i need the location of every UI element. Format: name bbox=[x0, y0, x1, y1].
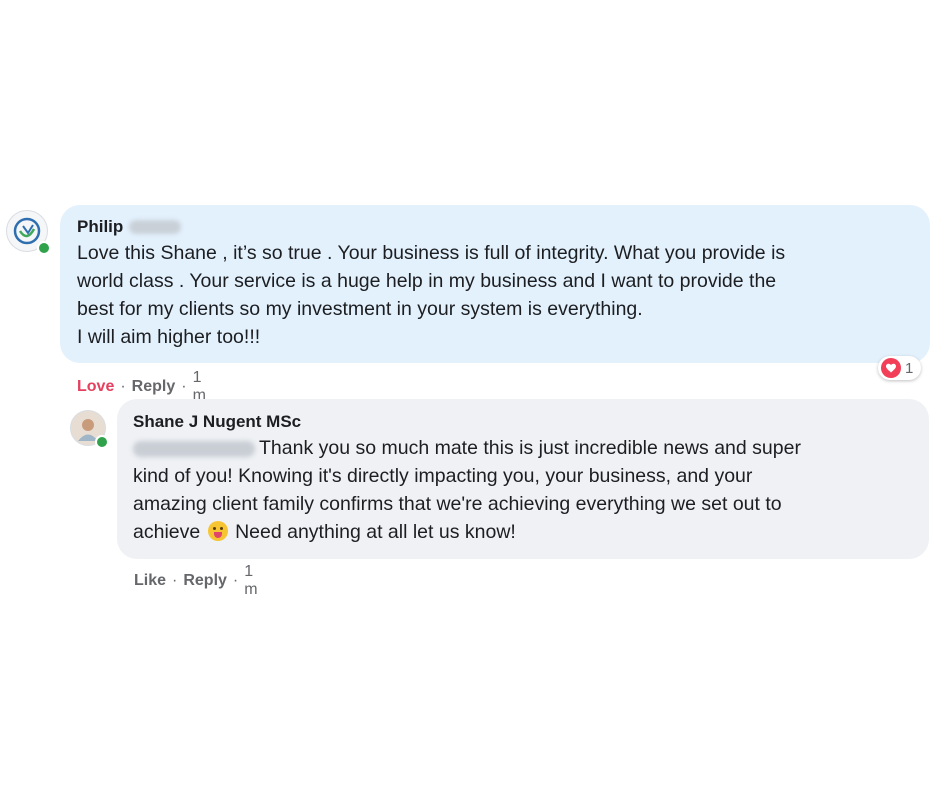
comment-author[interactable]: Shane J Nugent MSc bbox=[133, 410, 913, 434]
comment-line: world class . Your service is a huge hel… bbox=[77, 270, 777, 292]
comment-line: achieve Need anything at all let us know… bbox=[133, 518, 913, 546]
redacted-mention bbox=[133, 440, 255, 457]
timestamp[interactable]: 1 m bbox=[244, 563, 257, 599]
online-status-dot bbox=[37, 241, 51, 255]
author-name[interactable]: Shane J Nugent MSc bbox=[133, 412, 301, 432]
comment-bubble: Philip Love this Shane , it’s so true . … bbox=[60, 205, 930, 363]
comment-line: Love this Shane , it’s so true . Your bu… bbox=[77, 242, 786, 264]
reaction-summary[interactable]: 1 bbox=[878, 356, 922, 380]
avatar[interactable] bbox=[6, 210, 51, 255]
company-logo-icon bbox=[13, 217, 41, 245]
reply-button[interactable]: Reply bbox=[183, 572, 227, 590]
comment-text-segment: achieve bbox=[133, 521, 201, 543]
comment-text: Thank you so much mate this is just incr… bbox=[133, 434, 913, 546]
comment-author[interactable]: Philip bbox=[77, 215, 914, 239]
comment-bubble: Shane J Nugent MSc Thank you so much mat… bbox=[117, 399, 929, 559]
comment-line: Thank you so much mate this is just incr… bbox=[133, 434, 913, 462]
comment-line: I will aim higher too!!! bbox=[77, 326, 261, 348]
comment-line: best for my clients so my investment in … bbox=[77, 298, 643, 320]
comment-actions: Like · Reply · 1 m bbox=[134, 563, 258, 599]
comment-text-segment: Need anything at all let us know! bbox=[235, 521, 516, 543]
separator-dot: · bbox=[120, 378, 126, 395]
separator-dot: · bbox=[232, 572, 239, 589]
tongue-out-emoji-icon bbox=[207, 521, 228, 541]
heart-icon bbox=[881, 358, 901, 378]
redacted-surname bbox=[129, 220, 182, 234]
separator-dot: · bbox=[172, 572, 178, 589]
comment-line: amazing client family confirms that we'r… bbox=[133, 493, 782, 515]
reaction-count: 1 bbox=[905, 359, 914, 377]
comment-line: kind of you! Knowing it's directly impac… bbox=[133, 465, 753, 487]
love-button[interactable]: Love bbox=[77, 378, 114, 396]
reply-button[interactable]: Reply bbox=[132, 378, 176, 396]
author-name[interactable]: Philip bbox=[77, 217, 123, 237]
comment-first-line: Thank you so much mate this is just incr… bbox=[259, 437, 801, 459]
comment-text: Love this Shane , it’s so true . Your bu… bbox=[77, 239, 914, 351]
avatar[interactable] bbox=[70, 410, 109, 449]
separator-dot: · bbox=[181, 378, 187, 395]
like-button[interactable]: Like bbox=[134, 572, 166, 590]
online-status-dot bbox=[95, 435, 109, 449]
